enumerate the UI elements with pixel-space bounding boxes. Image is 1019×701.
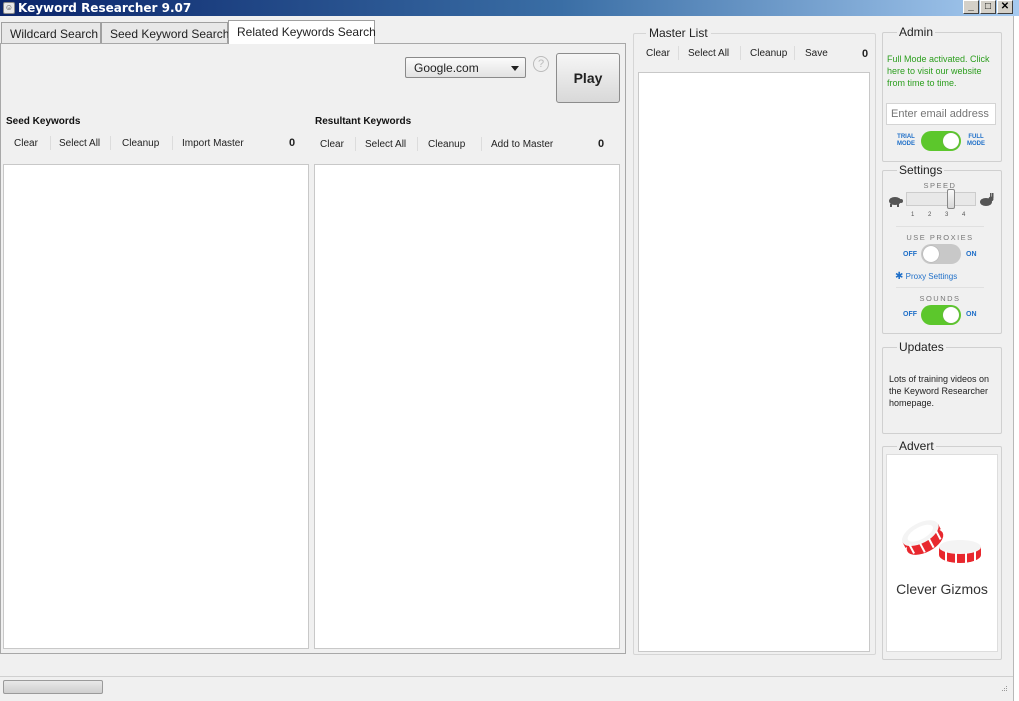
updates-title: Updates — [897, 340, 946, 354]
admin-title: Admin — [897, 25, 936, 39]
divider — [896, 226, 984, 227]
seed-import-master-button[interactable]: Import Master — [182, 138, 244, 149]
master-count: 0 — [862, 48, 869, 60]
close-button[interactable]: ✕ — [997, 0, 1013, 14]
proxies-off-label: OFF — [903, 251, 917, 258]
toolbar-divider — [794, 46, 795, 60]
speed-slider-handle[interactable] — [947, 189, 955, 209]
speed-slider-track[interactable] — [906, 192, 976, 206]
toolbar-divider — [172, 136, 173, 150]
use-proxies-toggle[interactable] — [921, 244, 961, 264]
speed-tick-3: 3 — [945, 212, 949, 218]
toolbar-divider — [481, 137, 482, 151]
toolbar-divider — [110, 136, 111, 150]
sounds-toggle[interactable] — [921, 305, 961, 325]
search-engine-select[interactable]: Google.com — [405, 57, 526, 78]
seed-keywords-title: Seed Keywords — [6, 116, 81, 127]
toolbar-divider — [678, 46, 679, 60]
master-save-button[interactable]: Save — [805, 48, 828, 59]
resize-grip-icon[interactable] — [1000, 684, 1008, 692]
resultant-keywords-list[interactable] — [314, 164, 620, 649]
horizontal-scrollbar-thumb[interactable] — [3, 680, 103, 694]
master-select-all-button[interactable]: Select All — [688, 48, 729, 59]
advert-title: Advert — [897, 439, 936, 453]
sounds-off-label: OFF — [903, 311, 917, 318]
advert-brand-name[interactable]: Clever Gizmos — [886, 581, 998, 597]
speed-tick-2: 2 — [928, 212, 932, 218]
resultant-clear-button[interactable]: Clear — [320, 139, 344, 150]
trial-mode-label: TRIAL MODE — [897, 134, 915, 147]
toolbar-divider — [355, 137, 356, 151]
resultant-select-all-button[interactable]: Select All — [365, 139, 406, 150]
window-title: Keyword Researcher 9.07 — [18, 1, 192, 15]
turtle-icon — [889, 197, 903, 207]
toolbar-divider — [740, 46, 741, 60]
proxy-settings-link[interactable]: ✱ Proxy Settings — [895, 271, 957, 282]
proxies-on-label: ON — [966, 251, 977, 258]
seed-clear-button[interactable]: Clear — [14, 138, 38, 149]
speed-caption: SPEED — [923, 181, 957, 190]
toggle-knob — [943, 133, 959, 149]
speed-tick-1: 1 — [911, 212, 915, 218]
proxy-settings-label: Proxy Settings — [905, 272, 958, 281]
seed-cleanup-button[interactable]: Cleanup — [122, 138, 159, 149]
rabbit-icon — [980, 193, 994, 206]
tab-wildcard-search[interactable]: Wildcard Search — [1, 22, 101, 43]
app-icon[interactable]: ☺ — [3, 2, 15, 14]
resultant-count: 0 — [598, 138, 605, 150]
settings-title: Settings — [897, 163, 945, 177]
maximize-button[interactable]: □ — [980, 0, 996, 14]
email-input[interactable] — [886, 103, 996, 125]
sounds-caption: SOUNDS — [919, 294, 961, 303]
admin-message-link[interactable]: Full Mode activated. Click here to visit… — [887, 53, 999, 89]
play-button[interactable]: Play — [556, 53, 620, 103]
toolbar-divider — [417, 137, 418, 151]
seed-select-all-button[interactable]: Select All — [59, 138, 100, 149]
master-cleanup-button[interactable]: Cleanup — [750, 48, 787, 59]
toolbar-divider — [50, 136, 51, 150]
master-list-title: Master List — [646, 26, 711, 40]
mode-toggle[interactable] — [921, 131, 961, 151]
help-icon[interactable]: ? — [533, 56, 549, 72]
master-clear-button[interactable]: Clear — [646, 48, 670, 59]
seed-count: 0 — [289, 137, 296, 149]
candy-logo-icon — [902, 520, 981, 563]
toggle-knob — [943, 307, 959, 323]
tab-related-keywords-search[interactable]: Related Keywords Search — [228, 20, 376, 44]
resultant-keywords-title: Resultant Keywords — [315, 116, 412, 127]
speed-tick-4: 4 — [962, 212, 966, 218]
gear-icon: ✱ — [895, 271, 904, 282]
chevron-down-icon — [511, 66, 519, 71]
divider — [896, 287, 984, 288]
minimize-button[interactable]: _ — [963, 0, 979, 14]
window-edge — [1013, 16, 1019, 701]
updates-message: Lots of training videos on the Keyword R… — [889, 374, 990, 408]
toggle-knob — [923, 246, 939, 262]
sounds-on-label: ON — [966, 311, 977, 318]
use-proxies-caption: USE PROXIES — [906, 233, 974, 242]
resultant-cleanup-button[interactable]: Cleanup — [428, 139, 465, 150]
resultant-add-to-master-button[interactable]: Add to Master — [491, 139, 553, 150]
tab-seed-keyword-search[interactable]: Seed Keyword Search — [101, 22, 229, 43]
status-bar — [0, 676, 1013, 701]
seed-keywords-list[interactable] — [3, 164, 309, 649]
master-keywords-list[interactable] — [638, 72, 870, 652]
full-mode-label: FULL MODE — [967, 134, 985, 147]
search-engine-value: Google.com — [414, 61, 479, 75]
